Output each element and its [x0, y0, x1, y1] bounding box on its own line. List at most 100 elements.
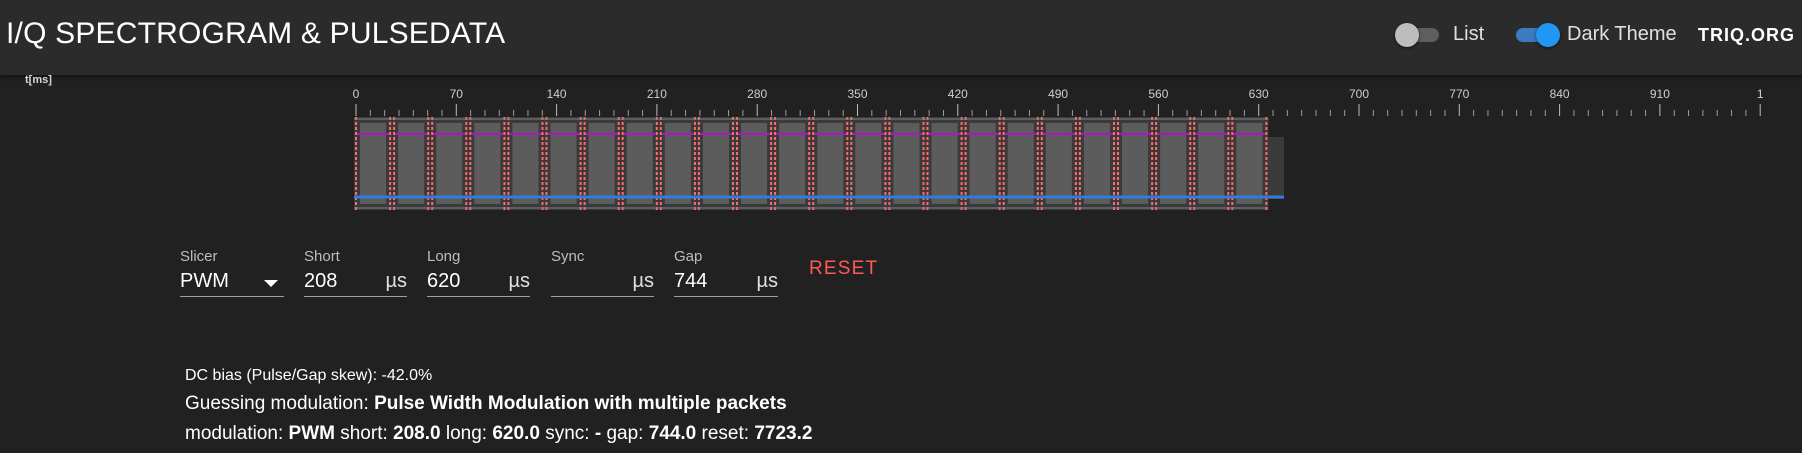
pulse-edge-mark [736, 187, 738, 190]
pulse-edge-mark [1193, 157, 1196, 160]
pulse-edge-mark [1113, 142, 1115, 145]
pulse-edge-mark [1040, 162, 1043, 165]
packet-cell [512, 123, 539, 204]
pulse-edge-mark [427, 167, 430, 170]
pulse-edge-mark [503, 202, 506, 205]
pulse-edge-mark [732, 127, 734, 130]
pulse-edge-mark [427, 132, 430, 135]
long-label: Long [427, 248, 461, 265]
gap-field[interactable]: Gap 744 µs [674, 248, 778, 297]
pulse-edge-mark [503, 122, 506, 125]
pulse-edge-mark [732, 157, 734, 160]
axis-tick-label: 70 [450, 87, 464, 101]
pulse-edge-mark [541, 192, 544, 195]
pulse-edge-mark [922, 137, 925, 140]
pulse-edge-mark [583, 142, 586, 145]
long-field[interactable]: Long 620 µs [427, 248, 530, 297]
spectrogram-canvas[interactable]: 0 70 140 210 280 350 420 490 560 630 700 770 840 910 1 [0, 80, 1802, 220]
pulse-edge-mark [1189, 122, 1192, 125]
sync-field[interactable]: Sync µs [551, 248, 654, 297]
pulse-edge-mark [1074, 167, 1077, 170]
pulse-edge-mark [1036, 162, 1039, 165]
pulse-edge-mark [693, 122, 696, 125]
pulse-edge-mark [1078, 202, 1081, 205]
pulse-edge-mark [389, 137, 392, 140]
pulse-edge-mark [431, 137, 434, 140]
gap-unit: µs [756, 270, 778, 292]
dark-theme-toggle[interactable] [1512, 23, 1560, 47]
pulse-edge-mark [1002, 182, 1005, 185]
pulse-edge-mark [389, 132, 392, 135]
pulse-edge-mark [926, 177, 929, 180]
pulse-edge-mark [1074, 192, 1077, 195]
dark-theme-toggle-thumb[interactable] [1536, 23, 1560, 47]
reset-button[interactable]: RESET [809, 258, 878, 280]
pulse-edge-mark [507, 162, 510, 165]
pulse-edge-mark [1040, 157, 1043, 160]
pulse-edge-mark [1227, 182, 1230, 185]
pulse-edge-mark [812, 202, 815, 205]
pulse-edge-mark [774, 167, 777, 170]
pulse-edge-mark [846, 182, 849, 185]
pulse-edge-mark [1155, 177, 1158, 180]
pulse-edge-mark [926, 192, 929, 195]
pulse-edge-mark [545, 152, 548, 155]
brand-link[interactable]: TRIQ.ORG [1698, 25, 1795, 46]
pulse-edge-mark [697, 192, 700, 195]
slicer-label: Slicer [180, 248, 218, 265]
pulse-edge-mark [774, 202, 777, 205]
pulse-edge-mark [808, 122, 811, 125]
pulse-edge-mark [1113, 137, 1115, 140]
pulse-edge-mark [583, 152, 586, 155]
pulse-edge-mark [1036, 177, 1039, 180]
pulse-edge-mark [732, 182, 734, 185]
pulse-edge-mark [812, 177, 815, 180]
pulse-edge-mark [427, 157, 430, 160]
list-toggle-label[interactable]: List [1453, 23, 1484, 46]
pulse-edge-mark [850, 142, 853, 145]
pulse-edge-mark [884, 157, 887, 160]
pulse-edge-mark [1074, 172, 1077, 175]
pulse-edge-mark [770, 132, 773, 135]
slicer-select[interactable]: Slicer PWM [180, 248, 284, 297]
pulse-edge-mark [1193, 132, 1196, 135]
pulse-edge-mark [507, 147, 510, 150]
list-toggle-thumb[interactable] [1395, 23, 1419, 47]
pulse-edge-mark [888, 182, 891, 185]
chevron-down-icon[interactable] [264, 280, 278, 287]
pulse-edge-mark [579, 137, 582, 140]
pulse-edge-mark [922, 122, 925, 125]
pulse-edge-mark [884, 162, 887, 165]
gap-input[interactable]: 744 [674, 270, 707, 293]
list-toggle[interactable] [1395, 23, 1443, 47]
pulse-edge-mark [1231, 167, 1234, 170]
slicer-value[interactable]: PWM [180, 270, 229, 293]
pulse-edge-mark [503, 187, 506, 190]
pulse-edge-mark [770, 182, 773, 185]
packet-cell [969, 123, 996, 204]
page-title: I/Q SPECTROGRAM & PULSEDATA [6, 17, 506, 50]
pulse-edge-mark [926, 187, 929, 190]
pulse-edge-mark [846, 137, 849, 140]
short-input[interactable]: 208 [304, 270, 337, 293]
pulse-edge-mark [850, 182, 853, 185]
pulse-edge-mark [393, 177, 396, 180]
pulse-edge-mark [808, 192, 811, 195]
dark-theme-toggle-label[interactable]: Dark Theme [1567, 23, 1677, 46]
pulse-edge-mark [355, 182, 357, 185]
pulse-edge-mark [808, 187, 811, 190]
pulse-edge-mark [964, 132, 967, 135]
pulse-edge-mark [998, 132, 1001, 135]
pulse-edge-mark [1117, 132, 1119, 135]
long-input[interactable]: 620 [427, 270, 460, 293]
pulse-edge-mark [503, 172, 506, 175]
mod-short-value: 208.0 [393, 423, 441, 444]
pulse-edge-mark [1002, 137, 1005, 140]
pulse-edge-mark [1151, 172, 1154, 175]
pulse-edge-mark [579, 132, 582, 135]
pulse-edge-mark [1117, 192, 1119, 195]
pulse-edge-mark [659, 147, 662, 150]
pulse-edge-mark [431, 167, 434, 170]
short-field[interactable]: Short 208 µs [304, 248, 407, 297]
pulse-edge-mark [808, 177, 811, 180]
